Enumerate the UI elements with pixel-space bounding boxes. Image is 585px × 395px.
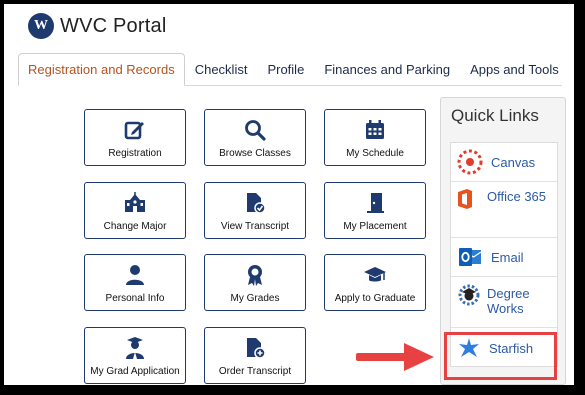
tile-label: View Transcript	[220, 221, 290, 232]
quick-link-label: Degree Works	[487, 286, 530, 316]
change-major-tile[interactable]: Change Major	[84, 182, 186, 239]
quick-links-title: Quick Links	[451, 106, 539, 125]
award-icon	[248, 265, 262, 286]
quick-link-office-365[interactable]: Office 365	[451, 182, 557, 238]
quick-link-email[interactable]: Email	[451, 238, 557, 277]
tile-label: Personal Info	[105, 293, 165, 304]
tile-label: Registration	[108, 148, 162, 159]
quick-link-label: Office 365	[487, 189, 547, 204]
tile-label: Browse Classes	[219, 148, 291, 159]
wvc-logo[interactable]: W	[28, 13, 54, 39]
my-grad-application-tile[interactable]: My Grad Application	[84, 327, 186, 384]
view-transcript-tile[interactable]: View Transcript	[204, 182, 306, 239]
tile-label: Order Transcript	[218, 366, 292, 377]
office-icon	[458, 189, 472, 209]
registration-tile[interactable]: Registration	[84, 109, 186, 166]
user-icon	[126, 265, 144, 285]
outlook-icon	[459, 248, 482, 266]
tile-label: My Placement	[343, 221, 407, 232]
portal-header: W WVC Portal	[28, 10, 166, 42]
degreeworks-icon	[458, 284, 480, 306]
tile-label: My Grad Application	[90, 366, 180, 377]
quick-link-label: Email	[491, 249, 524, 265]
my-placement-tile[interactable]: My Placement	[324, 182, 426, 239]
tile-label: My Grades	[230, 293, 280, 304]
search-icon	[245, 120, 266, 141]
edit-icon	[124, 121, 144, 140]
canvas-icon	[457, 149, 483, 175]
tile-label: Apply to Graduate	[334, 293, 416, 304]
callout-arrow-icon	[356, 343, 434, 371]
door-icon	[367, 193, 384, 213]
my-grades-tile[interactable]: My Grades	[204, 254, 306, 311]
tile-label: My Schedule	[346, 148, 404, 159]
page-title: WVC Portal	[60, 14, 167, 37]
order-transcript-tile[interactable]: Order Transcript	[204, 327, 306, 384]
quick-link-degree-works[interactable]: Degree Works	[451, 277, 557, 328]
quick-link-canvas[interactable]: Canvas	[451, 143, 557, 182]
tab-registration-and-records[interactable]: Registration and Records	[18, 53, 185, 86]
document-check-icon	[247, 193, 266, 214]
browse-classes-tile[interactable]: Browse Classes	[204, 109, 306, 166]
tab-bar: Registration and Records Checklist Profi…	[18, 53, 562, 86]
tile-label: Change Major	[103, 221, 167, 232]
apply-to-graduate-tile[interactable]: Apply to Graduate	[324, 254, 426, 311]
my-schedule-tile[interactable]: My Schedule	[324, 109, 426, 166]
quick-link-label: Canvas	[491, 154, 536, 170]
graduate-user-icon	[126, 337, 144, 359]
tab-checklist[interactable]: Checklist	[185, 54, 258, 85]
personal-info-tile[interactable]: Personal Info	[84, 254, 186, 311]
tab-finances-and-parking[interactable]: Finances and Parking	[314, 54, 460, 85]
portal-window: W WVC Portal Registration and Records Ch…	[4, 4, 574, 385]
starfish-highlight-box	[444, 332, 557, 380]
tab-profile[interactable]: Profile	[257, 54, 314, 85]
tab-apps-and-tools[interactable]: Apps and Tools	[460, 54, 569, 85]
calendar-icon	[366, 120, 384, 139]
document-plus-icon	[247, 338, 266, 359]
graduation-cap-icon	[364, 267, 386, 282]
school-building-icon	[125, 192, 145, 212]
